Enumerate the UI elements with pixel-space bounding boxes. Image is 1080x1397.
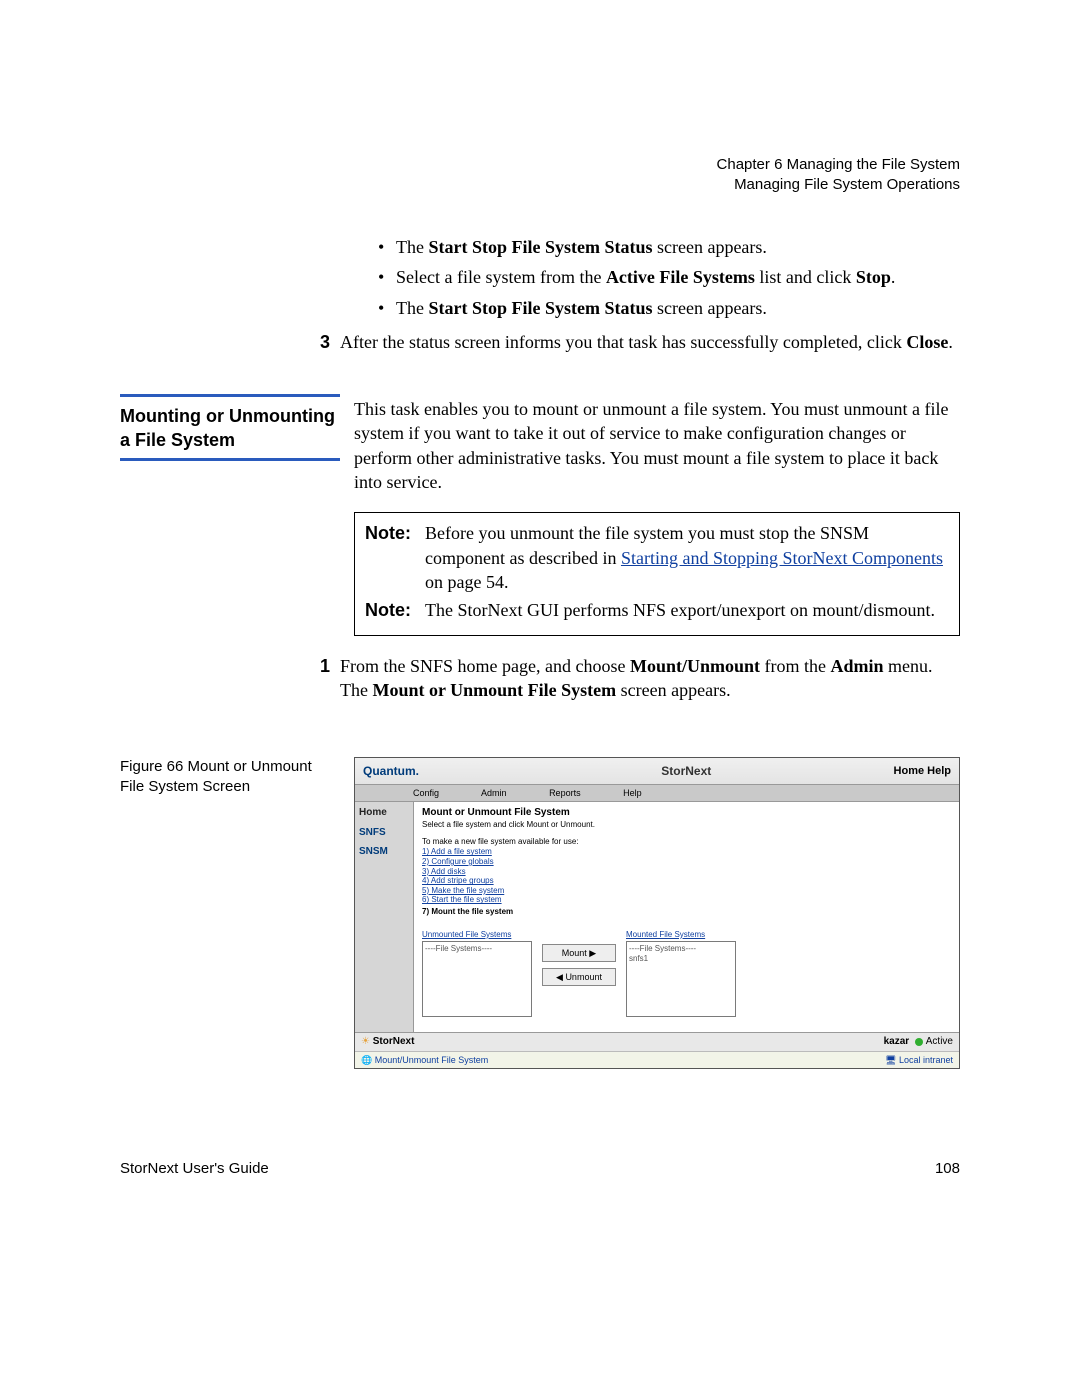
figure-caption: Figure 66 Mount or Unmount File System S… (120, 757, 340, 796)
side-nav: Home SNFS SNSM (355, 802, 414, 1032)
setup-steps-block: To make a new file system available for … (422, 837, 951, 918)
list-placeholder: ----File Systems---- (425, 944, 492, 953)
page-footer: StorNext User's Guide 108 (120, 1159, 960, 1179)
note-label: Note: (365, 598, 425, 622)
section-heading: Mounting or Unmounting a File System (120, 403, 340, 461)
bullet-text: The Start Stop File System Status screen… (396, 296, 767, 320)
unmounted-list-group: Unmounted File Systems ----File Systems-… (422, 930, 532, 1017)
bullet-dot-icon: • (378, 265, 396, 289)
bullet-dot-icon: • (378, 235, 396, 259)
bullet-list: • The Start Stop File System Status scre… (340, 235, 960, 320)
sidebar-item-home[interactable]: Home (359, 806, 409, 820)
status-right: 🖥 Local intranet (885, 1054, 953, 1066)
step-text: After the status screen informs you that… (340, 330, 953, 354)
cross-ref-link[interactable]: Starting and Stopping StorNext Component… (621, 548, 943, 568)
panel-title: Mount or Unmount File System (422, 806, 951, 820)
list-item[interactable]: snfs1 (629, 954, 648, 963)
note-row: Note: The StorNext GUI performs NFS expo… (365, 598, 949, 622)
note-label: Note: (365, 521, 425, 594)
step-link-add-disks[interactable]: 3) Add disks (422, 867, 951, 877)
bullet-dot-icon: • (378, 296, 396, 320)
footer-state: Active (926, 1036, 953, 1047)
note-row: Note: Before you unmount the file system… (365, 521, 949, 594)
note-box: Note: Before you unmount the file system… (354, 512, 960, 635)
status-dot-icon (915, 1038, 923, 1046)
step-text: From the SNFS home page, and choose Moun… (340, 654, 960, 703)
step-link-configure[interactable]: 2) Configure globals (422, 857, 951, 867)
numbered-step: 1 From the SNFS home page, and choose Mo… (320, 654, 960, 703)
menu-config[interactable]: Config (413, 788, 439, 798)
mounted-listbox[interactable]: ----File Systems---- snfs1 (626, 941, 736, 1017)
note-text: Before you unmount the file system you m… (425, 521, 949, 594)
app-header-bar: Quantum. StorNext Home Help (355, 758, 959, 785)
mount-button[interactable]: Mount ▶ (542, 944, 616, 962)
footer-bar: ☀ StorNext kazar Active (355, 1032, 959, 1051)
unmounted-listbox[interactable]: ----File Systems---- (422, 941, 532, 1017)
step-link-add-stripe[interactable]: 4) Add stripe groups (422, 876, 951, 886)
footer-guide-name: StorNext User's Guide (120, 1159, 269, 1179)
chapter-header: Chapter 6 Managing the File System Manag… (717, 155, 960, 194)
brand-logo: Quantum. (363, 763, 419, 779)
chapter-line-2: Managing File System Operations (717, 175, 960, 195)
bullet-item: • The Start Stop File System Status scre… (378, 235, 960, 259)
chapter-line-1: Chapter 6 Managing the File System (717, 155, 960, 175)
bullet-item: • The Start Stop File System Status scre… (378, 296, 960, 320)
footer-status-group: kazar Active (884, 1035, 953, 1049)
header-home-help-links[interactable]: Home Help (894, 764, 951, 779)
unmount-button[interactable]: ◀ Unmount (542, 968, 616, 986)
unmounted-list-label: Unmounted File Systems (422, 930, 532, 941)
step-link-start-fs[interactable]: 6) Start the file system (422, 895, 951, 905)
app-title: StorNext (479, 763, 894, 779)
mounted-list-label: Mounted File Systems (626, 930, 736, 941)
step-current-mount: 7) Mount the file system (422, 907, 513, 916)
step-link-make-fs[interactable]: 5) Make the file system (422, 886, 951, 896)
menu-bar: Config Admin Reports Help (355, 785, 959, 802)
intro-paragraph: This task enables you to mount or unmoun… (354, 397, 960, 494)
steps-intro: To make a new file system available for … (422, 837, 951, 848)
note-text: The StorNext GUI performs NFS export/une… (425, 598, 935, 622)
list-placeholder: ----File Systems---- (629, 944, 696, 953)
screenshot-mount-unmount: Quantum. StorNext Home Help Config Admin… (354, 757, 960, 1069)
bullet-text: The Start Stop File System Status screen… (396, 235, 767, 259)
step-number: 1 (320, 654, 340, 703)
footer-host: kazar (884, 1036, 910, 1047)
main-panel: Mount or Unmount File System Select a fi… (414, 802, 959, 1032)
status-left: 🌐 Mount/Unmount File System (361, 1054, 488, 1066)
panel-subtitle: Select a file system and click Mount or … (422, 820, 951, 831)
sidebar-item-snsm[interactable]: SNSM (359, 845, 409, 859)
bullet-text: Select a file system from the Active Fil… (396, 265, 895, 289)
bullet-item: • Select a file system from the Active F… (378, 265, 960, 289)
menu-reports[interactable]: Reports (549, 788, 581, 798)
footer-brand: ☀ StorNext (361, 1035, 414, 1049)
menu-help[interactable]: Help (623, 788, 642, 798)
browser-status-bar: 🌐 Mount/Unmount File System 🖥 Local intr… (355, 1051, 959, 1068)
footer-page-number: 108 (935, 1159, 960, 1179)
menu-admin[interactable]: Admin (481, 788, 507, 798)
step-number: 3 (320, 330, 340, 354)
mounted-list-group: Mounted File Systems ----File Systems---… (626, 930, 736, 1017)
sidebar-item-snfs[interactable]: SNFS (359, 826, 409, 840)
step-link-add-fs[interactable]: 1) Add a file system (422, 847, 951, 857)
numbered-step: 3 After the status screen informs you th… (320, 330, 960, 354)
